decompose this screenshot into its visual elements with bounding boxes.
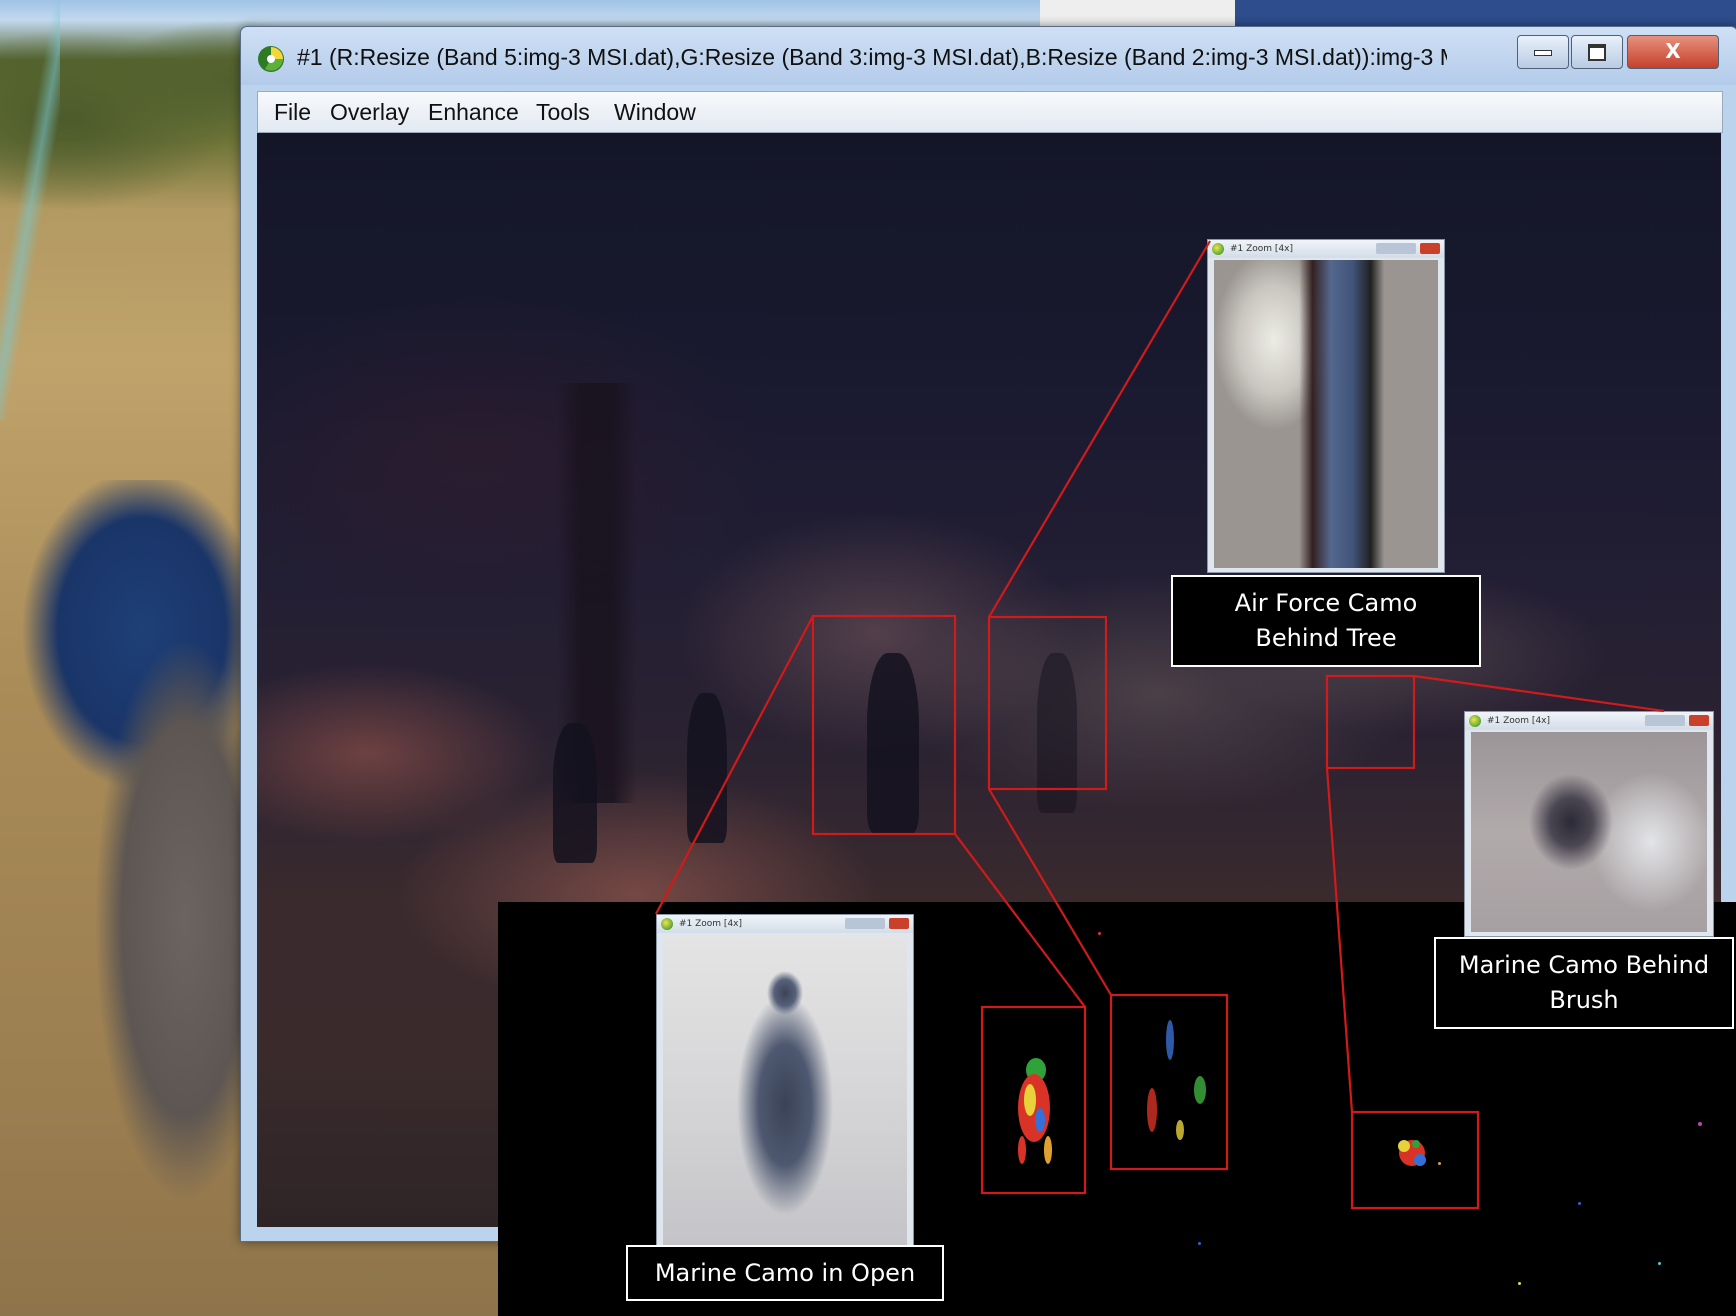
selection-box-air-force [987, 615, 1108, 791]
connector-line [988, 788, 1112, 996]
selection-box-marine-brush [1325, 674, 1416, 770]
connector-line [1413, 674, 1665, 713]
detection-blob-marine-open [1018, 1058, 1052, 1164]
connector-line [954, 833, 1086, 1008]
annotation-overlay [655, 240, 1665, 1210]
connector-line [1325, 767, 1354, 1113]
selection-box-marine-open [811, 614, 957, 836]
connector-line [655, 615, 814, 915]
detection-blob-air-force [1147, 1020, 1206, 1140]
connector-line [988, 240, 1211, 618]
detection-blob-marine-brush [1398, 1140, 1426, 1166]
